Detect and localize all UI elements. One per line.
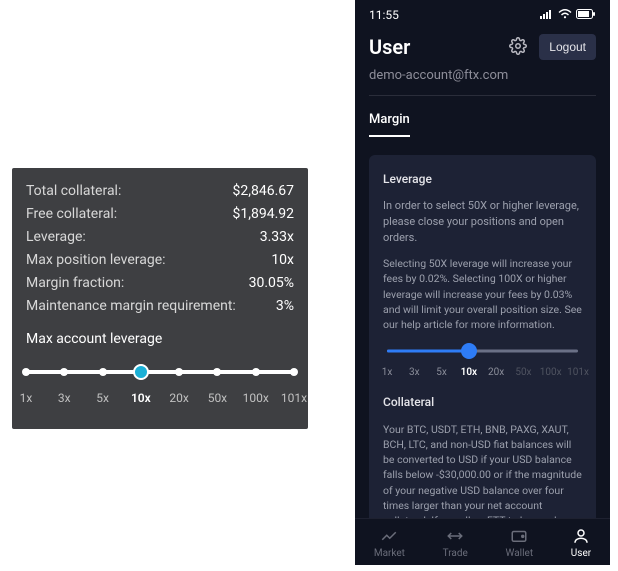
slider-mark-label: 100x [540, 366, 562, 381]
wallet-icon [510, 527, 528, 545]
signal-icon [540, 8, 554, 22]
stat-value: $2,846.67 [232, 180, 294, 203]
slider-mark-label: 100x [243, 391, 269, 405]
stat-value: 3% [276, 295, 294, 318]
stat-label: Max position leverage: [26, 249, 166, 272]
trade-icon [446, 527, 464, 545]
nav-label: Trade [443, 548, 468, 559]
stat-row: Free collateral: $1,894.92 [26, 203, 294, 226]
account-email: demo-account@ftx.com [355, 68, 610, 95]
slider-mark-label: 5x [96, 391, 109, 405]
stat-row: Total collateral: $2,846.67 [26, 180, 294, 203]
battery-icon [576, 8, 596, 22]
status-bar: 11:55 [355, 0, 610, 28]
market-icon [380, 527, 398, 545]
account-info-panel: Total collateral: $2,846.67 Free collate… [12, 168, 308, 429]
slider-mark-label: 1x [382, 366, 393, 381]
slider-thumb[interactable] [133, 364, 149, 380]
stat-value: 10x [271, 249, 294, 272]
stat-label: Total collateral: [26, 180, 121, 203]
stat-label: Margin fraction: [26, 272, 124, 295]
slider-title: Max account leverage [26, 331, 294, 347]
slider-mark [60, 368, 68, 376]
stat-value: $1,894.92 [232, 203, 294, 226]
slider-mark-label: 101x [567, 366, 589, 381]
slider-mark-label: 50x [208, 391, 227, 405]
leverage-heading: Leverage [383, 171, 582, 188]
slider-mark-label: 1x [20, 391, 33, 405]
nav-user[interactable]: User [571, 527, 591, 559]
page-title: User [369, 35, 497, 59]
slider-mark-label: 3x [409, 366, 420, 381]
gear-icon [509, 37, 527, 58]
stat-row: Maintenance margin requirement: 3% [26, 295, 294, 318]
slider-mark-label: 3x [58, 391, 71, 405]
leverage-warning: In order to select 50X or higher leverag… [383, 198, 582, 246]
stat-label: Free collateral: [26, 203, 117, 226]
stat-row: Max position leverage: 10x [26, 249, 294, 272]
slider-mark [252, 368, 260, 376]
nav-trade[interactable]: Trade [443, 527, 468, 559]
nav-market[interactable]: Market [374, 527, 405, 559]
stat-label: Maintenance margin requirement: [26, 295, 236, 318]
slider-mark [213, 368, 221, 376]
slider-mark [290, 368, 298, 376]
nav-label: Market [374, 548, 405, 559]
wifi-icon [558, 8, 572, 22]
slider-mark-label: 101x [281, 391, 307, 405]
nav-wallet[interactable]: Wallet [506, 527, 534, 559]
phone-frame: 11:55 User Logout demo-account@ftx.com M… [355, 0, 610, 565]
tab-margin[interactable]: Margin [369, 112, 410, 137]
nav-label: User [571, 548, 591, 559]
slider-mark-label: 10x [131, 391, 151, 405]
stat-label: Leverage: [26, 226, 86, 249]
slider-mark-label: 20x [169, 391, 188, 405]
phone-header: User Logout [355, 28, 610, 68]
stat-row: Leverage: 3.33x [26, 226, 294, 249]
nav-label: Wallet [506, 548, 534, 559]
slider-thumb[interactable] [461, 343, 477, 359]
leverage-slider[interactable] [387, 342, 578, 360]
max-leverage-slider[interactable] [26, 365, 294, 379]
slider-mark-label: 10x [461, 366, 477, 381]
user-icon [572, 527, 590, 545]
status-icons [540, 8, 596, 22]
status-time: 11:55 [369, 8, 399, 22]
slider-mark [175, 368, 183, 376]
slider-mark [99, 368, 107, 376]
slider-mark [22, 368, 30, 376]
slider-mark-label: 20x [488, 366, 504, 381]
stat-value: 3.33x [260, 226, 294, 249]
logout-button[interactable]: Logout [539, 34, 596, 60]
margin-card: Leverage In order to select 50X or highe… [369, 155, 596, 565]
stat-row: Margin fraction: 30.05% [26, 272, 294, 295]
slider-labels: 1x3x5x10x20x50x100x101x [387, 366, 578, 380]
settings-button[interactable] [507, 36, 529, 58]
slider-mark-label: 5x [436, 366, 447, 381]
collateral-heading: Collateral [383, 394, 582, 411]
tab-row: Margin [355, 96, 610, 137]
slider-mark-label: 50x [515, 366, 531, 381]
stat-value: 30.05% [249, 272, 294, 295]
slider-labels: 1x3x5x10x20x50x100x101x [26, 391, 294, 407]
slider-fill [387, 350, 469, 353]
leverage-description: Selecting 50X leverage will increase you… [383, 256, 582, 332]
bottom-nav: Market Trade Wallet User [355, 518, 610, 565]
